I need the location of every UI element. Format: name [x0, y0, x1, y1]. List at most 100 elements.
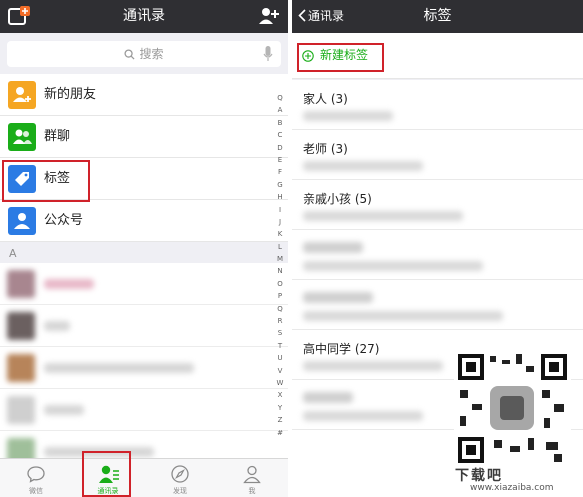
menu-item-label: 群聊 — [44, 129, 71, 144]
search-placeholder: 搜索 — [139, 47, 164, 61]
microphone-icon[interactable] — [263, 46, 273, 62]
watermark-url: www.xiazaiba.com — [470, 483, 554, 493]
index-letter[interactable]: G — [274, 179, 286, 191]
index-letter[interactable]: I — [274, 204, 286, 216]
contacts-menu-list: 新的朋友 群聊 标签 公众号 — [0, 74, 288, 242]
tab-label: 发现 — [173, 487, 187, 495]
index-letter[interactable]: Q — [274, 92, 286, 104]
add-contact-icon[interactable] — [258, 6, 280, 26]
contacts-screen: 通讯录 搜索 新的朋友 群聊 标签 公众号 A Q A B C D E F G … — [0, 0, 288, 497]
alphabet-index[interactable]: Q A B C D E F G H I J K L M N O P Q R S T U V W X Y Z # — [274, 92, 286, 439]
screenshot-root: 通讯录 搜索 新的朋友 群聊 标签 公众号 A Q A B C D E F G … — [0, 0, 583, 497]
tag-members-redacted — [303, 361, 443, 371]
search-input[interactable]: 搜索 — [7, 41, 281, 67]
index-letter[interactable]: O — [274, 278, 286, 290]
qr-code-watermark — [454, 350, 571, 467]
index-letter[interactable]: E — [274, 154, 286, 166]
list-item[interactable] — [0, 263, 288, 305]
tag-members-redacted — [303, 261, 483, 271]
tag-members-redacted — [303, 111, 393, 121]
search-bar: 搜索 — [0, 33, 288, 73]
index-letter[interactable]: M — [274, 253, 286, 265]
tab-label: 微信 — [29, 487, 43, 495]
tab-bar: 微信 通讯录 发现 我 — [0, 458, 288, 497]
highlight-box-contacts-tab — [82, 451, 131, 497]
group-chat-icon — [8, 123, 36, 151]
tab-label: 我 — [248, 487, 256, 495]
tag-name-redacted — [303, 392, 353, 403]
tab-chats[interactable]: 微信 — [0, 459, 72, 497]
index-letter[interactable]: H — [274, 191, 286, 203]
menu-item-official-accounts[interactable]: 公众号 — [0, 200, 288, 242]
official-account-icon — [8, 207, 36, 235]
page-title: 通讯录 — [123, 8, 165, 24]
person-icon — [243, 465, 261, 484]
list-item[interactable] — [0, 347, 288, 389]
avatar — [7, 270, 35, 298]
index-letter[interactable]: R — [274, 315, 286, 327]
tag-row[interactable]: 老师 (3) — [292, 130, 583, 180]
menu-item-new-friends[interactable]: 新的朋友 — [0, 74, 288, 116]
index-letter[interactable]: # — [274, 427, 286, 439]
index-letter[interactable]: J — [274, 216, 286, 228]
index-letter[interactable]: S — [274, 327, 286, 339]
tab-discover[interactable]: 发现 — [144, 459, 216, 497]
highlight-box-new-tag — [297, 43, 384, 72]
menu-item-label: 新的朋友 — [44, 87, 97, 102]
contact-name-redacted — [44, 405, 84, 415]
tag-row[interactable] — [292, 280, 583, 330]
section-header: A — [0, 245, 288, 263]
index-letter[interactable]: K — [274, 228, 286, 240]
avatar — [7, 396, 35, 424]
tag-name: 家人 (3) — [303, 92, 348, 106]
avatar — [7, 312, 35, 340]
list-item[interactable] — [0, 305, 288, 347]
menu-item-group-chats[interactable]: 群聊 — [0, 116, 288, 158]
index-letter[interactable]: U — [274, 352, 286, 364]
tag-members-redacted — [303, 161, 423, 171]
chat-bubble-icon — [27, 466, 45, 483]
index-letter[interactable]: W — [274, 377, 286, 389]
tag-name: 老师 (3) — [303, 142, 348, 156]
contact-name-redacted — [44, 321, 70, 331]
contacts-navbar: 通讯录 — [0, 0, 288, 33]
index-letter[interactable]: F — [274, 166, 286, 178]
tags-navbar: 通讯录 标签 — [292, 0, 583, 33]
page-title: 标签 — [423, 8, 452, 24]
index-letter[interactable]: V — [274, 365, 286, 377]
tag-name: 高中同学 (27) — [303, 342, 380, 356]
index-letter[interactable]: D — [274, 142, 286, 154]
new-friend-icon — [8, 81, 36, 109]
tag-row[interactable]: 家人 (3) — [292, 80, 583, 130]
tag-members-redacted — [303, 411, 423, 421]
highlight-box-tags — [2, 160, 90, 202]
index-letter[interactable]: Y — [274, 402, 286, 414]
index-letter[interactable]: L — [274, 241, 286, 253]
tag-name-redacted — [303, 292, 373, 303]
tag-members-redacted — [303, 311, 503, 321]
tab-me[interactable]: 我 — [216, 459, 288, 497]
contact-name-redacted — [44, 363, 194, 373]
compass-icon — [171, 465, 189, 483]
tag-row[interactable] — [292, 230, 583, 280]
tag-row[interactable]: 亲戚小孩 (5) — [292, 180, 583, 230]
menu-item-label: 公众号 — [44, 213, 84, 228]
list-item[interactable] — [0, 389, 288, 431]
contact-list — [0, 263, 288, 466]
index-letter[interactable]: B — [274, 117, 286, 129]
index-letter[interactable]: N — [274, 265, 286, 277]
tag-name-redacted — [303, 242, 363, 253]
index-letter[interactable]: Z — [274, 414, 286, 426]
tag-name: 亲戚小孩 (5) — [303, 192, 372, 206]
index-letter[interactable]: A — [274, 104, 286, 116]
index-letter[interactable]: P — [274, 290, 286, 302]
contact-name-redacted — [44, 279, 94, 289]
search-icon — [124, 49, 136, 60]
avatar — [7, 354, 35, 382]
index-letter[interactable]: T — [274, 340, 286, 352]
watermark-logo: 下载吧 — [455, 468, 503, 484]
index-letter[interactable]: Q — [274, 303, 286, 315]
index-letter[interactable]: X — [274, 389, 286, 401]
tag-members-redacted — [303, 211, 463, 221]
index-letter[interactable]: C — [274, 129, 286, 141]
